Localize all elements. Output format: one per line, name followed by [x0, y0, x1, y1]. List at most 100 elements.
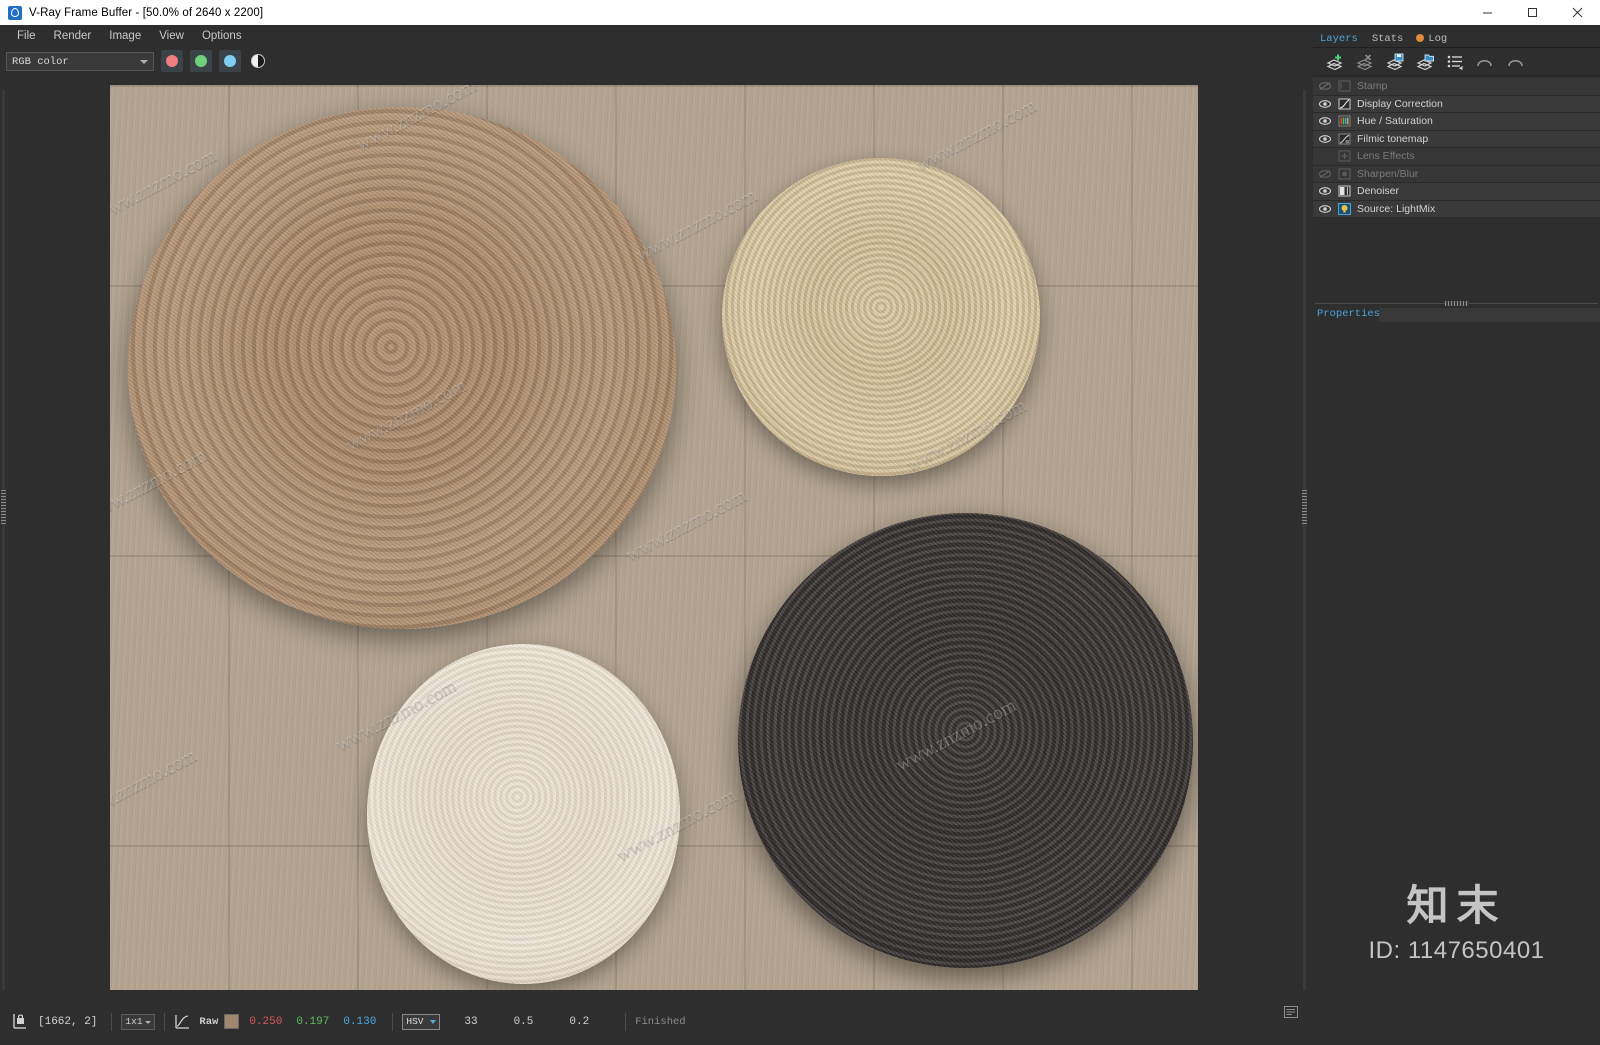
tab-log-label: Log [1428, 33, 1448, 45]
properties-body [1313, 322, 1600, 882]
panel-tabs: Layers Stats Log [1313, 28, 1600, 48]
rug-weave-texture [367, 644, 680, 984]
blue-value: 0.130 [343, 1015, 377, 1028]
tab-stats[interactable]: Stats [1365, 31, 1411, 47]
sharpen-blur-icon [1337, 167, 1352, 180]
pixel-coordinates: [1662, 2] [38, 1015, 98, 1028]
redo-icon[interactable] [1505, 52, 1525, 72]
red-channel-button[interactable] [161, 50, 183, 72]
layer-name: Filmic tonemap [1357, 132, 1429, 145]
menu-render[interactable]: Render [45, 27, 101, 45]
undo-icon[interactable] [1475, 52, 1495, 72]
layer-row-stamp[interactable]: Stamp [1313, 78, 1600, 96]
large-natural-jute-rug [128, 107, 676, 629]
charcoal-jute-rug [738, 513, 1193, 968]
hue-sat-icon [1337, 115, 1352, 128]
tab-log[interactable]: Log [1410, 31, 1454, 47]
layer-row-display-correction[interactable]: Display Correction [1313, 95, 1600, 113]
stamp-icon [1337, 80, 1352, 93]
green-value: 0.197 [296, 1015, 330, 1028]
sample-size-select[interactable]: 1x1 [121, 1013, 156, 1030]
layer-row-filmic-tonemap[interactable]: Filmic tonemap [1313, 130, 1600, 148]
layer-visibility-toggle[interactable] [1313, 134, 1337, 144]
status-separator [392, 1012, 394, 1031]
layer-toolbar [1313, 48, 1600, 76]
layer-visibility-toggle[interactable] [1313, 99, 1337, 109]
layer-row-sharpen-blur[interactable]: Sharpen/Blur [1313, 165, 1600, 183]
lightmix-icon [1337, 202, 1352, 215]
sampled-color-swatch [224, 1014, 240, 1029]
layer-name: Sharpen/Blur [1357, 167, 1419, 180]
blue-channel-button[interactable] [219, 50, 241, 72]
menu-image[interactable]: Image [100, 27, 150, 45]
color-mode-select[interactable]: HSV [402, 1013, 441, 1030]
sample-curve-icon[interactable] [174, 1010, 191, 1034]
minimize-button[interactable] [1465, 0, 1510, 25]
menu-file[interactable]: File [8, 27, 45, 45]
cream-white-jute-rug [367, 644, 680, 984]
chevron-down-icon [430, 1019, 437, 1024]
tab-layers[interactable]: Layers [1313, 31, 1365, 47]
left-splitter-handle[interactable] [1, 490, 6, 524]
curve-icon [1337, 97, 1352, 110]
panel-divider[interactable] [1313, 300, 1600, 306]
layer-visibility-toggle[interactable] [1313, 81, 1337, 91]
menu-options[interactable]: Options [193, 27, 251, 45]
hue-value: 33 [464, 1015, 478, 1028]
denoiser-icon [1337, 185, 1352, 198]
raw-label: Raw [199, 1015, 219, 1028]
layer-row-denoiser[interactable]: Denoiser [1313, 183, 1600, 201]
layer-name: Lens Effects [1357, 150, 1415, 163]
menu-view[interactable]: View [150, 27, 193, 45]
delete-layer-icon[interactable] [1355, 52, 1375, 72]
znzmo-watermark: 知末 ID: 1147650401 [1313, 885, 1600, 965]
sample-size-value: 1x1 [125, 1016, 143, 1027]
layer-visibility-toggle[interactable] [1313, 186, 1337, 196]
load-layers-icon[interactable] [1415, 52, 1435, 72]
window-title: V-Ray Frame Buffer - [50.0% of 2640 x 22… [29, 6, 264, 19]
right-splitter-handle[interactable] [1302, 490, 1307, 524]
layer-name: Source: LightMix [1357, 202, 1436, 215]
layer-visibility-toggle[interactable] [1313, 169, 1337, 179]
log-panel-icon[interactable] [1284, 1005, 1298, 1018]
layer-row-hue-saturation[interactable]: Hue / Saturation [1313, 113, 1600, 131]
close-button[interactable] [1555, 0, 1600, 25]
title-bar: V-Ray Frame Buffer - [50.0% of 2640 x 22… [0, 0, 1600, 26]
layer-name: Denoiser [1357, 185, 1400, 198]
znzmo-id: ID: 1147650401 [1368, 937, 1545, 964]
layer-name: Display Correction [1357, 97, 1443, 110]
lens-effects-icon [1337, 150, 1352, 163]
log-status-dot-icon [1416, 34, 1425, 42]
divider-grip[interactable] [1444, 300, 1469, 306]
value-value: 0.2 [569, 1015, 590, 1028]
znzmo-logo: 知末 [1406, 881, 1507, 930]
render-image-canvas[interactable]: www.znzmo.com www.znzmo.com www.znzmo.co… [110, 85, 1198, 990]
red-dot-icon [166, 55, 178, 67]
window-controls [1465, 0, 1600, 25]
layer-name: Stamp [1357, 80, 1388, 93]
maximize-button[interactable] [1510, 0, 1555, 25]
filmic-curve-icon [1337, 132, 1352, 145]
layer-name: Hue / Saturation [1357, 115, 1433, 128]
layer-presets-icon[interactable] [1445, 52, 1465, 72]
saturation-value: 0.5 [513, 1015, 534, 1028]
layer-row-source-lightmix[interactable]: Source: LightMix [1313, 200, 1600, 218]
properties-header: Properties [1313, 308, 1600, 322]
rug-weave-texture [722, 158, 1040, 476]
layer-visibility-toggle[interactable] [1313, 204, 1337, 214]
rug-weave-texture [128, 107, 676, 629]
alpha-channel-button[interactable] [247, 50, 269, 72]
channel-select[interactable]: RGB color [6, 52, 154, 71]
layer-row-lens-effects[interactable]: Lens Effects [1313, 148, 1600, 166]
save-layers-icon[interactable] [1385, 52, 1405, 72]
vray-frame-buffer-window: V-Ray Frame Buffer - [50.0% of 2640 x 22… [0, 0, 1600, 1045]
status-separator [625, 1012, 627, 1031]
left-splitter [2, 90, 5, 990]
layer-list: Stamp Display Correction Hue / Saturatio… [1313, 78, 1600, 218]
light-beige-jute-rug [722, 158, 1040, 476]
add-layer-icon[interactable] [1325, 52, 1345, 72]
green-channel-button[interactable] [190, 50, 212, 72]
layer-visibility-toggle[interactable] [1313, 116, 1337, 126]
pixel-lock-icon[interactable] [12, 1010, 28, 1034]
right-splitter [1303, 90, 1306, 990]
